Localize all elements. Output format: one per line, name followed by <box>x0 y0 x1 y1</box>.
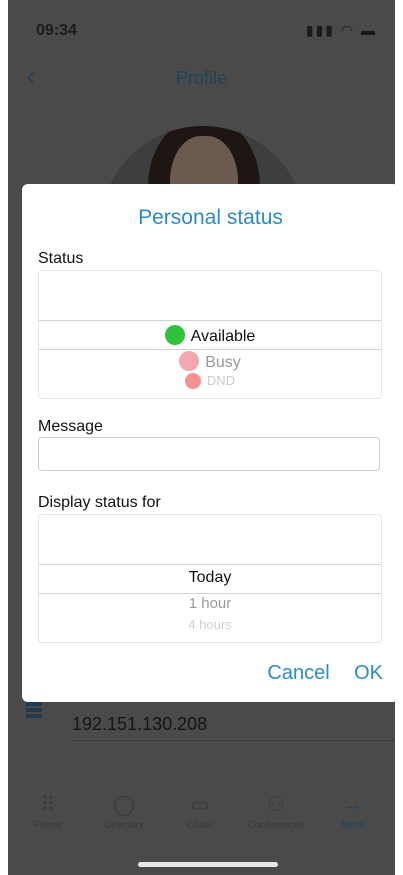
ok-button[interactable]: OK <box>354 662 383 684</box>
page-title: Profile <box>175 68 228 88</box>
status-option-available[interactable]: Available <box>39 325 381 346</box>
tab-more[interactable]: → More <box>313 790 393 831</box>
status-option-dnd[interactable]: DND <box>39 373 381 389</box>
status-time: 09:34 <box>36 22 77 39</box>
dialog-title: Personal status <box>138 206 283 229</box>
status-bar: 09:34 ▮▮▮ ◠ ▬ <box>8 0 395 60</box>
duration-option-4-hours[interactable]: 4 hours <box>39 617 381 632</box>
tab-directory[interactable]: ◯ Directory <box>84 790 164 831</box>
tab-chats[interactable]: ▭ Chats <box>160 790 240 831</box>
ip-address: 192.151.130.208 <box>72 714 208 734</box>
status-icons: ▮▮▮ ◠ ▬ <box>305 22 377 38</box>
ip-address-row: 192.151.130.208 <box>8 700 395 744</box>
green-dot-icon <box>164 325 185 345</box>
divider <box>72 740 395 741</box>
red-dot-icon <box>184 373 201 389</box>
status-label: Status <box>38 250 84 267</box>
display-duration-picker[interactable]: Today 1 hour 4 hours <box>38 514 382 643</box>
display-status-label: Display status for <box>38 494 161 511</box>
duration-option-today[interactable]: Today <box>39 569 381 587</box>
dialpad-icon: ⠿ <box>40 794 56 816</box>
group-icon: ⚇ <box>267 794 285 816</box>
status-option-busy[interactable]: Busy <box>39 351 381 372</box>
dialog-actions: Cancel OK <box>247 662 383 685</box>
nav-bar: ‹ Profile <box>8 60 395 96</box>
tab-conferences[interactable]: ⚇ Conferences <box>236 790 316 831</box>
arrow-right-icon: → <box>343 794 363 816</box>
cancel-button[interactable]: Cancel <box>267 662 329 684</box>
chat-icon: ▭ <box>190 794 210 816</box>
personal-status-dialog: Personal status Status Available Busy DN… <box>22 184 399 702</box>
duration-option-1-hour[interactable]: 1 hour <box>39 595 381 612</box>
pink-dot-icon <box>179 351 200 371</box>
server-icon <box>26 702 42 724</box>
tab-phone[interactable]: ⠿ Phone <box>8 790 88 831</box>
message-label: Message <box>38 418 103 435</box>
home-indicator[interactable] <box>138 862 278 867</box>
message-input[interactable] <box>38 437 380 471</box>
person-icon: ◯ <box>112 794 136 816</box>
status-picker[interactable]: Available Busy DND <box>38 270 382 399</box>
tab-bar: ⠿ Phone ◯ Directory ▭ Chats ⚇ Conference… <box>8 790 395 840</box>
